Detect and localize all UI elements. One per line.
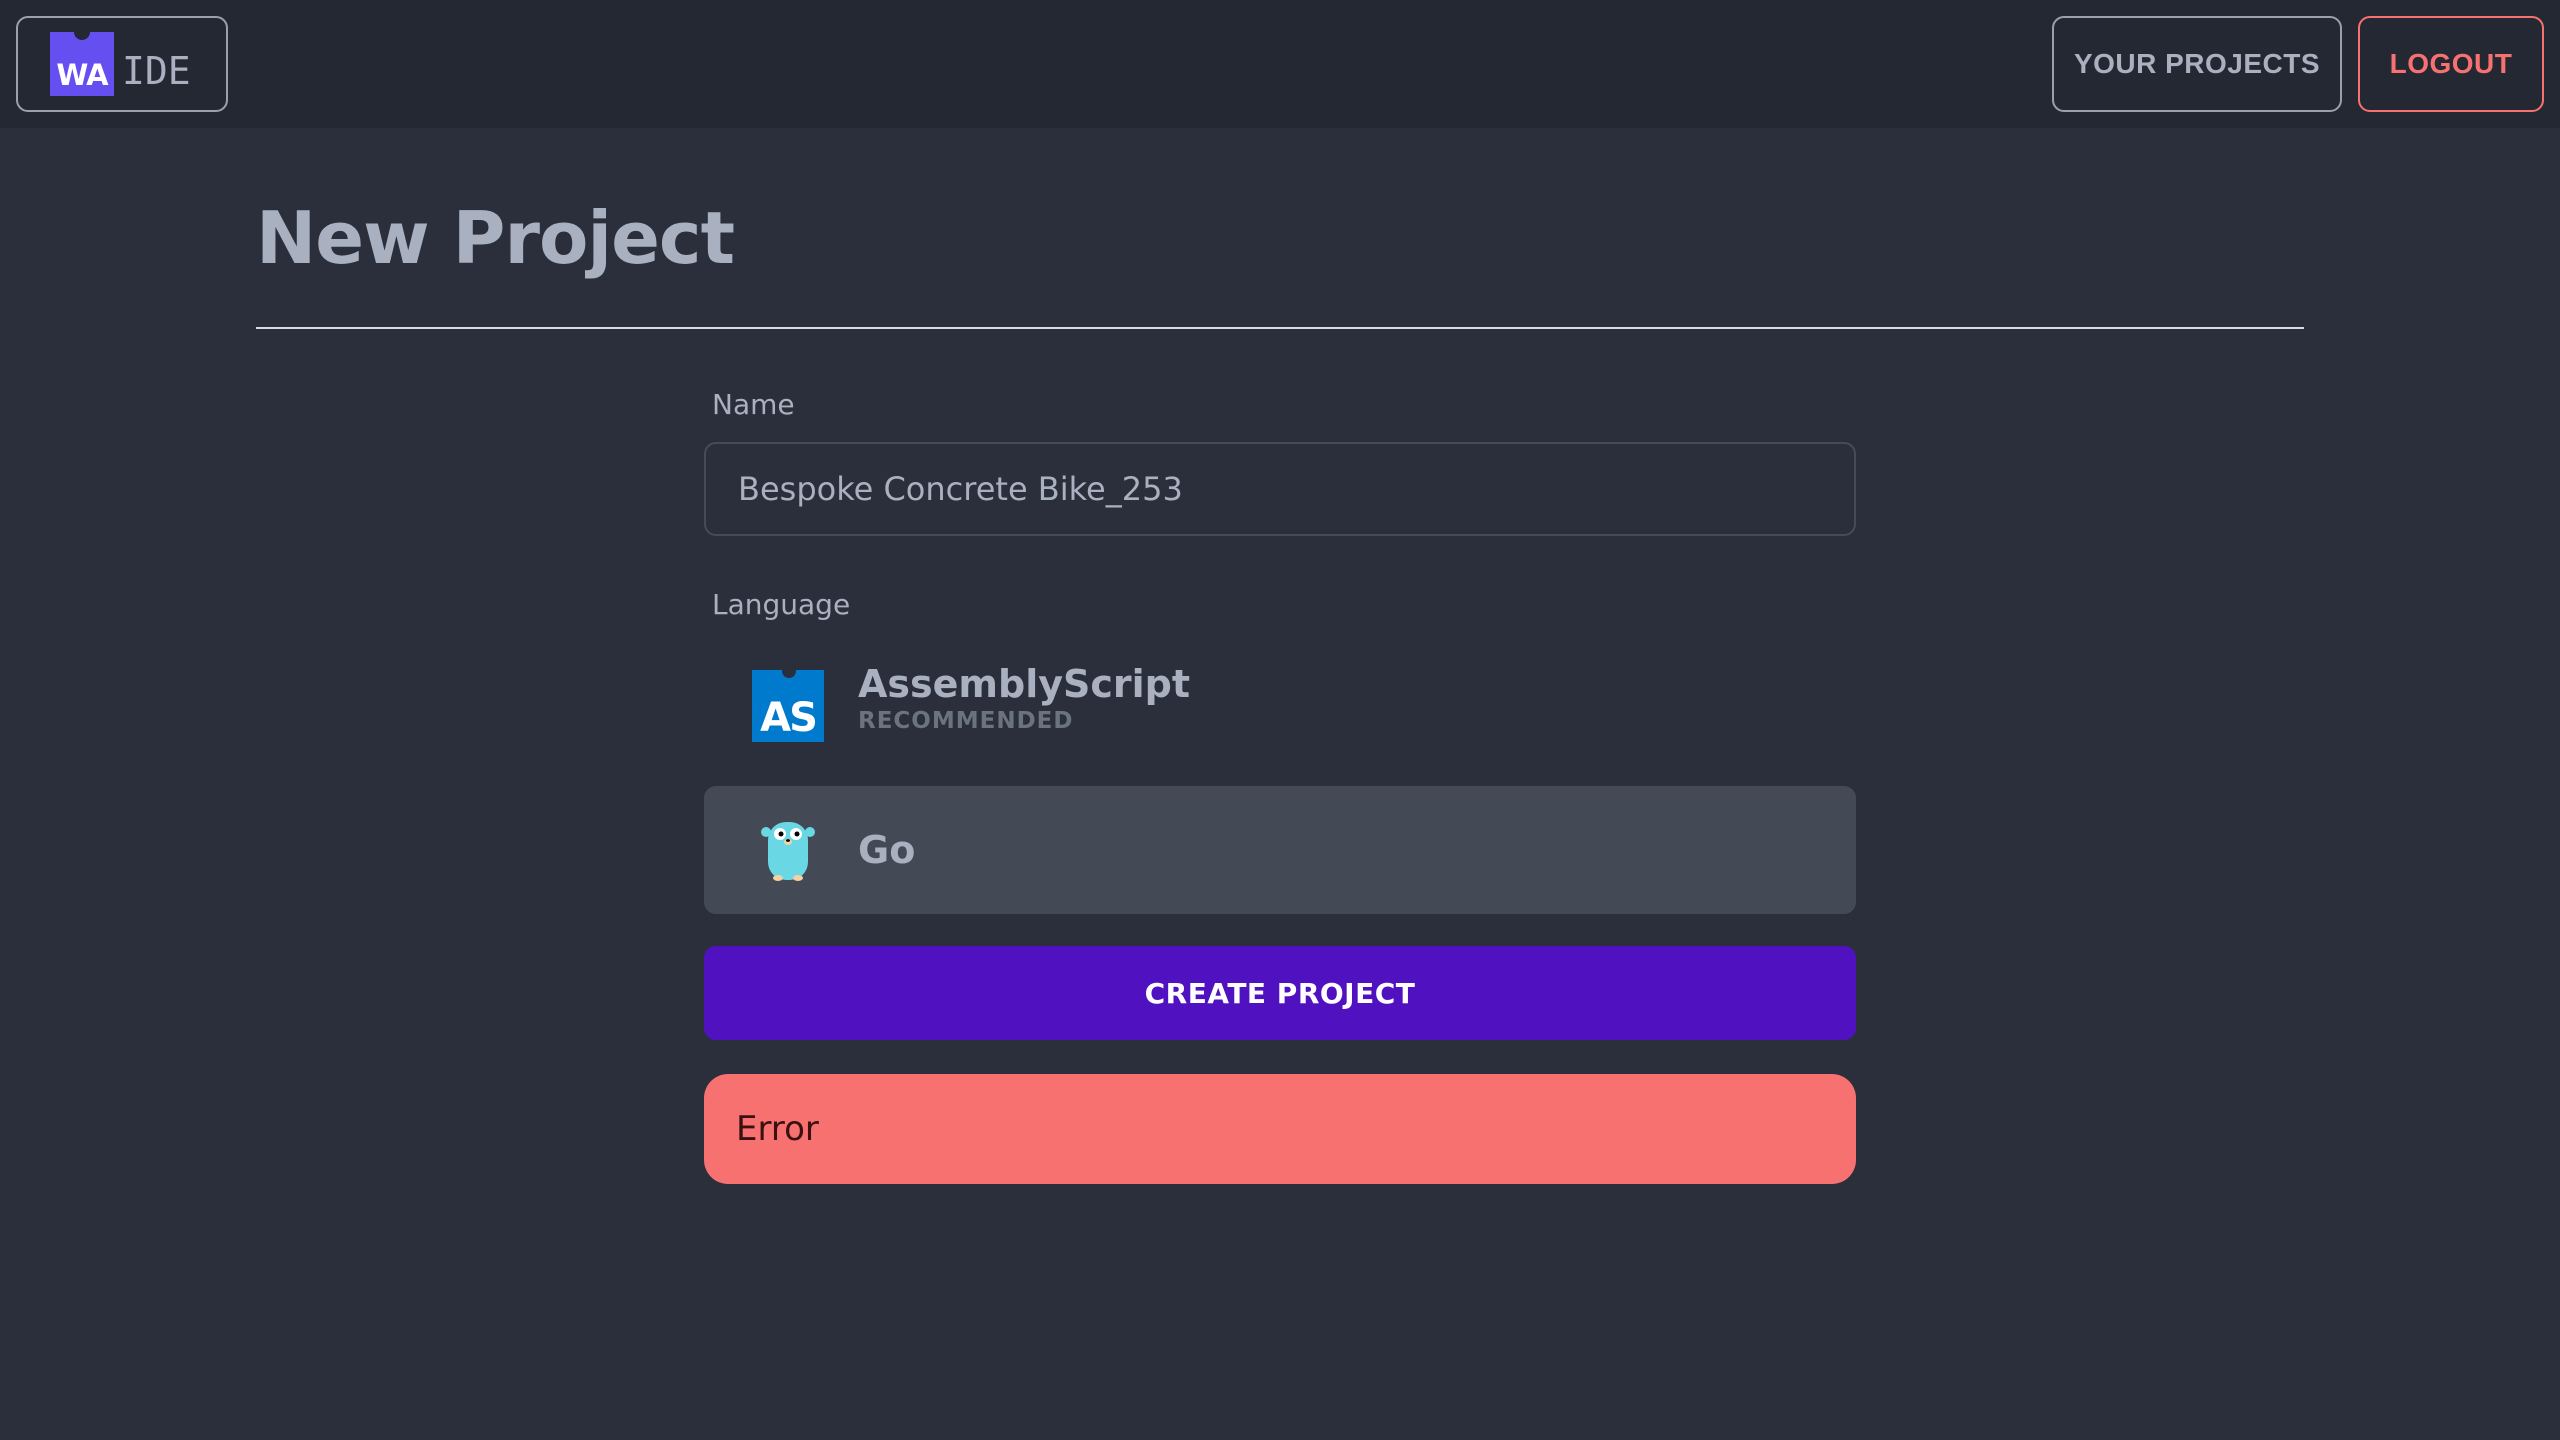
logout-button[interactable]: LOGOUT xyxy=(2358,16,2544,112)
your-projects-button[interactable]: YOUR PROJECTS xyxy=(2052,16,2342,112)
logo-text: IDE xyxy=(122,49,191,93)
page-title: New Project xyxy=(256,196,735,280)
name-label: Name xyxy=(712,388,795,421)
assemblyscript-logo-text: AS xyxy=(760,695,818,741)
assemblyscript-logo-icon: AS xyxy=(752,664,824,742)
language-option-go[interactable]: Go xyxy=(704,786,1856,914)
language-option-assemblyscript[interactable]: AS AssemblyScript RECOMMENDED xyxy=(704,642,1856,770)
create-project-button[interactable]: CREATE PROJECT xyxy=(704,946,1856,1040)
go-gopher-icon xyxy=(761,822,815,881)
top-bar: WA IDE YOUR PROJECTS LOGOUT xyxy=(0,0,2560,128)
recommended-tag: RECOMMENDED xyxy=(858,708,1074,734)
language-name: AssemblyScript xyxy=(858,662,1191,706)
title-divider xyxy=(256,327,2304,329)
logo-mark-text: WA xyxy=(56,58,108,92)
project-name-input[interactable] xyxy=(704,442,1856,536)
language-label: Language xyxy=(712,588,851,621)
language-name: Go xyxy=(858,828,916,872)
error-text: Error xyxy=(736,1109,819,1149)
webassembly-logo-icon: WA xyxy=(50,24,114,96)
error-message: Error xyxy=(704,1074,1856,1184)
home-logo-button[interactable]: WA IDE xyxy=(16,16,228,112)
